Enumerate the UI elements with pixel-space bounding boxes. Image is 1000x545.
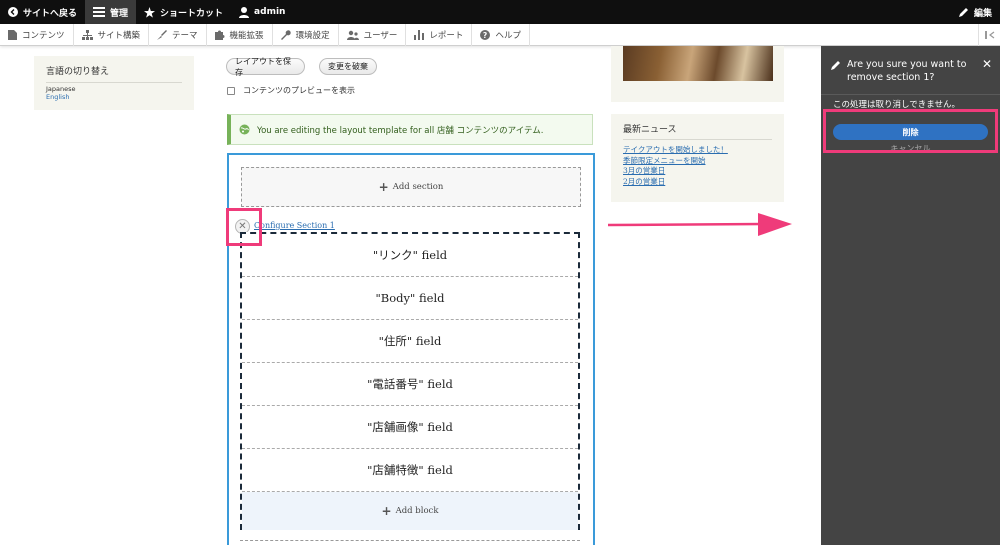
people-icon (346, 30, 359, 40)
status-message-text: You are editing the layout template for … (257, 125, 544, 136)
shortcuts-label: ショートカット (160, 8, 224, 19)
admin-toolbar: サイトへ戻る 管理 ショートカット admin 編集 (0, 0, 1000, 24)
brush-icon (157, 29, 168, 40)
help-icon: ? (480, 29, 491, 40)
menu-item-label: 機能拡張 (229, 30, 264, 41)
menu-item-people[interactable]: ユーザー (339, 23, 407, 46)
pencil-icon (958, 8, 968, 17)
field-block-address[interactable]: "住所" field (242, 320, 578, 363)
preview-toggle[interactable]: コンテンツのプレビューを表示 (227, 85, 355, 96)
configure-section-link[interactable]: Configure Section 1 (254, 221, 335, 230)
next-section-outline (240, 540, 580, 545)
svg-text:?: ? (483, 31, 487, 40)
news-link[interactable]: 季節限定メニューを開始 (623, 156, 772, 167)
plus-icon: + (381, 504, 392, 518)
menu-item-appearance[interactable]: テーマ (149, 23, 207, 46)
dialog-title: Are you sure you want to remove section … (847, 59, 967, 83)
menu-item-config[interactable]: 環境設定 (273, 23, 339, 46)
structure-icon (81, 29, 93, 40)
menu-item-help[interactable]: ? ヘルプ (472, 23, 530, 46)
dialog-header: Are you sure you want to remove section … (821, 46, 1000, 95)
bar-chart-icon (414, 29, 425, 40)
field-block-phone[interactable]: "電話番号" field (242, 363, 578, 406)
menu-item-label: コンテンツ (22, 30, 65, 41)
menu-icon (93, 7, 106, 17)
preview-label: コンテンツのプレビューを表示 (243, 86, 355, 95)
manage-tab[interactable]: 管理 (85, 0, 137, 24)
close-icon: ✕ (238, 220, 247, 232)
news-link[interactable]: 2月の営業日 (623, 177, 772, 188)
puzzle-icon (214, 30, 225, 40)
wrench-icon (280, 29, 291, 40)
shop-photo (623, 46, 773, 81)
back-to-site-label: サイトへ戻る (23, 8, 78, 19)
add-block-label: Add block (395, 506, 439, 516)
layout-region: "リンク" field "Body" field "住所" field "電話番… (240, 232, 580, 530)
user-label: admin (254, 7, 286, 17)
field-block-body[interactable]: "Body" field (242, 277, 578, 320)
discard-changes-button[interactable]: 変更を破棄 (319, 58, 377, 75)
annotation-arrow (607, 213, 792, 236)
save-layout-button[interactable]: レイアウトを保存 (226, 57, 305, 77)
toolbar-orientation-toggle[interactable] (978, 23, 1000, 46)
preview-checkbox[interactable] (227, 86, 235, 95)
menu-item-reports[interactable]: レポート (406, 23, 473, 46)
menu-item-label: 環境設定 (295, 30, 330, 41)
menu-item-label: テーマ (172, 30, 198, 41)
news-block: 最新ニュース テイクアウトを開始しました！ 季節限定メニューを開始 3月の営業日… (611, 114, 784, 202)
manage-label: 管理 (110, 8, 129, 19)
menu-item-label: ヘルプ (495, 30, 521, 41)
collapse-icon (984, 30, 994, 39)
edit-label: 編集 (973, 8, 992, 19)
cancel-link[interactable]: キャンセル (833, 143, 988, 151)
user-icon (239, 6, 250, 18)
file-icon (8, 29, 17, 40)
admin-menu-bar: コンテンツ サイト構築 テーマ 機能拡張 環境設定 ユーザー レポート ? ヘル… (0, 23, 1000, 46)
dialog-message: この処理は取り消しできません。 (833, 100, 960, 110)
menu-item-extend[interactable]: 機能拡張 (207, 23, 273, 46)
status-message: You are editing the layout template for … (227, 114, 593, 145)
news-link[interactable]: テイクアウトを開始しました！ (623, 145, 772, 156)
delete-button[interactable]: 削除 (833, 124, 988, 140)
globe-icon (239, 124, 250, 135)
field-block-shop-image[interactable]: "店舗画像" field (242, 406, 578, 449)
menu-item-label: ユーザー (363, 30, 398, 41)
field-block-link[interactable]: "リンク" field (242, 234, 578, 277)
language-english-link[interactable]: English (46, 93, 182, 101)
star-icon (144, 6, 156, 18)
user-tab[interactable]: admin (231, 0, 293, 24)
close-icon[interactable]: ✕ (982, 58, 992, 71)
back-to-site-link[interactable]: サイトへ戻る (0, 0, 85, 24)
field-block-shop-features[interactable]: "店舗特徴" field (242, 449, 578, 492)
menu-item-content[interactable]: コンテンツ (0, 23, 74, 46)
dialog-body: この処理は取り消しできません。 削除 キャンセル (821, 95, 1000, 154)
pencil-icon (831, 61, 840, 70)
remove-section-dialog: Are you sure you want to remove section … (821, 46, 1000, 545)
back-arrow-icon (8, 7, 18, 17)
edit-toggle[interactable]: 編集 (951, 0, 1000, 24)
add-section-link[interactable]: + Add section (241, 167, 581, 207)
menu-item-structure[interactable]: サイト構築 (74, 23, 150, 46)
news-link[interactable]: 3月の営業日 (623, 166, 772, 177)
language-switcher-title: 言語の切り替え (46, 64, 182, 83)
language-switcher-block: 言語の切り替え Japanese English (34, 56, 194, 110)
menu-item-label: サイト構築 (97, 30, 141, 41)
language-japanese[interactable]: Japanese (46, 85, 182, 93)
add-block-link[interactable]: + Add block (242, 492, 578, 530)
news-title: 最新ニュース (623, 122, 772, 140)
shortcuts-tab[interactable]: ショートカット (136, 0, 231, 24)
add-section-label: Add section (392, 182, 444, 192)
menu-item-label: レポート (429, 30, 464, 41)
plus-icon: + (378, 180, 389, 194)
